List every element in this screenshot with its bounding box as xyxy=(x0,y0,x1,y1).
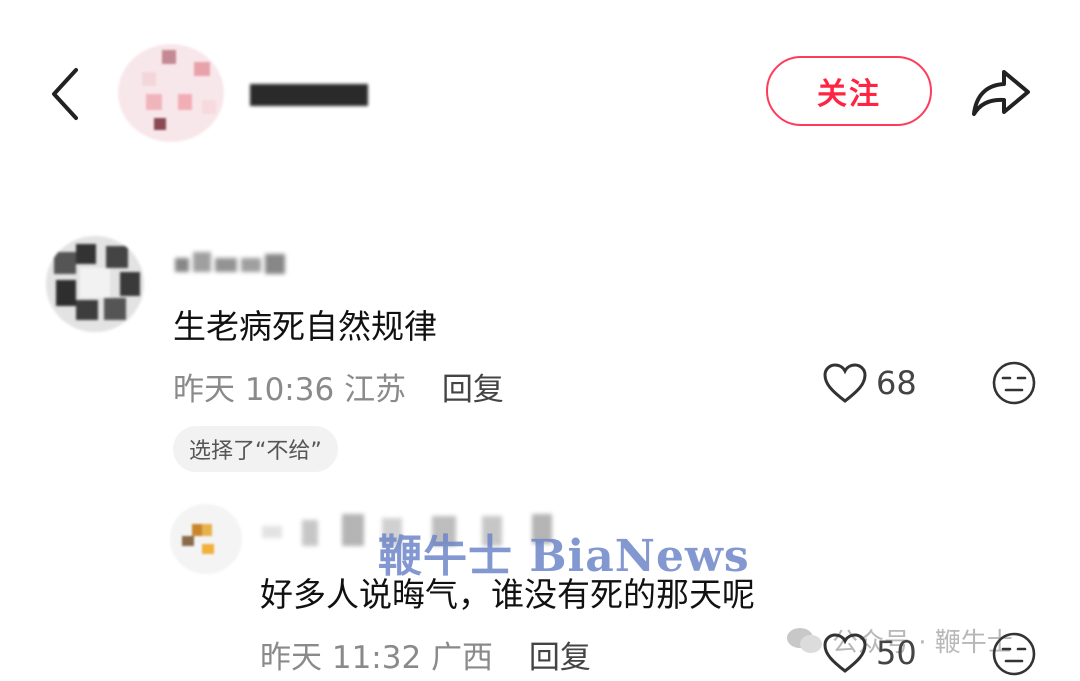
reply-button[interactable]: 回复 xyxy=(442,372,504,408)
comment-location: 江苏 xyxy=(344,372,407,408)
like-button[interactable]: 50 xyxy=(822,632,917,674)
reply-text: 好多人说晦气，谁没有死的那天呢 xyxy=(260,575,755,614)
vote-choice-badge: 选择了“不给” xyxy=(173,426,338,472)
heart-icon xyxy=(823,633,867,673)
author-avatar[interactable] xyxy=(118,44,224,142)
like-count: 68 xyxy=(876,364,917,402)
wechat-icon xyxy=(787,627,822,653)
heart-icon xyxy=(823,363,867,403)
replier-avatar[interactable] xyxy=(170,504,242,574)
commenter-avatar[interactable] xyxy=(46,236,144,332)
share-icon[interactable] xyxy=(970,64,1032,120)
follow-button[interactable]: 关注 xyxy=(766,56,932,126)
comment-text: 生老病死自然规律 xyxy=(173,307,437,346)
comment-time: 昨天 10:36 xyxy=(173,372,335,408)
reply-location: 广西 xyxy=(431,640,494,676)
back-icon[interactable] xyxy=(44,62,88,126)
reply-time: 昨天 11:32 xyxy=(260,640,422,676)
reply-button[interactable]: 回复 xyxy=(529,640,591,676)
dislike-face-icon[interactable] xyxy=(992,361,1036,405)
dislike-face-icon[interactable] xyxy=(992,632,1036,676)
reply-meta: 昨天 11:32 广西 回复 xyxy=(260,632,591,677)
comment-meta: 昨天 10:36 江苏 回复 xyxy=(173,364,504,409)
author-name-redacted xyxy=(250,84,368,106)
commenter-name-redacted xyxy=(175,252,285,274)
like-button[interactable]: 68 xyxy=(822,362,917,404)
like-count: 50 xyxy=(876,634,917,672)
